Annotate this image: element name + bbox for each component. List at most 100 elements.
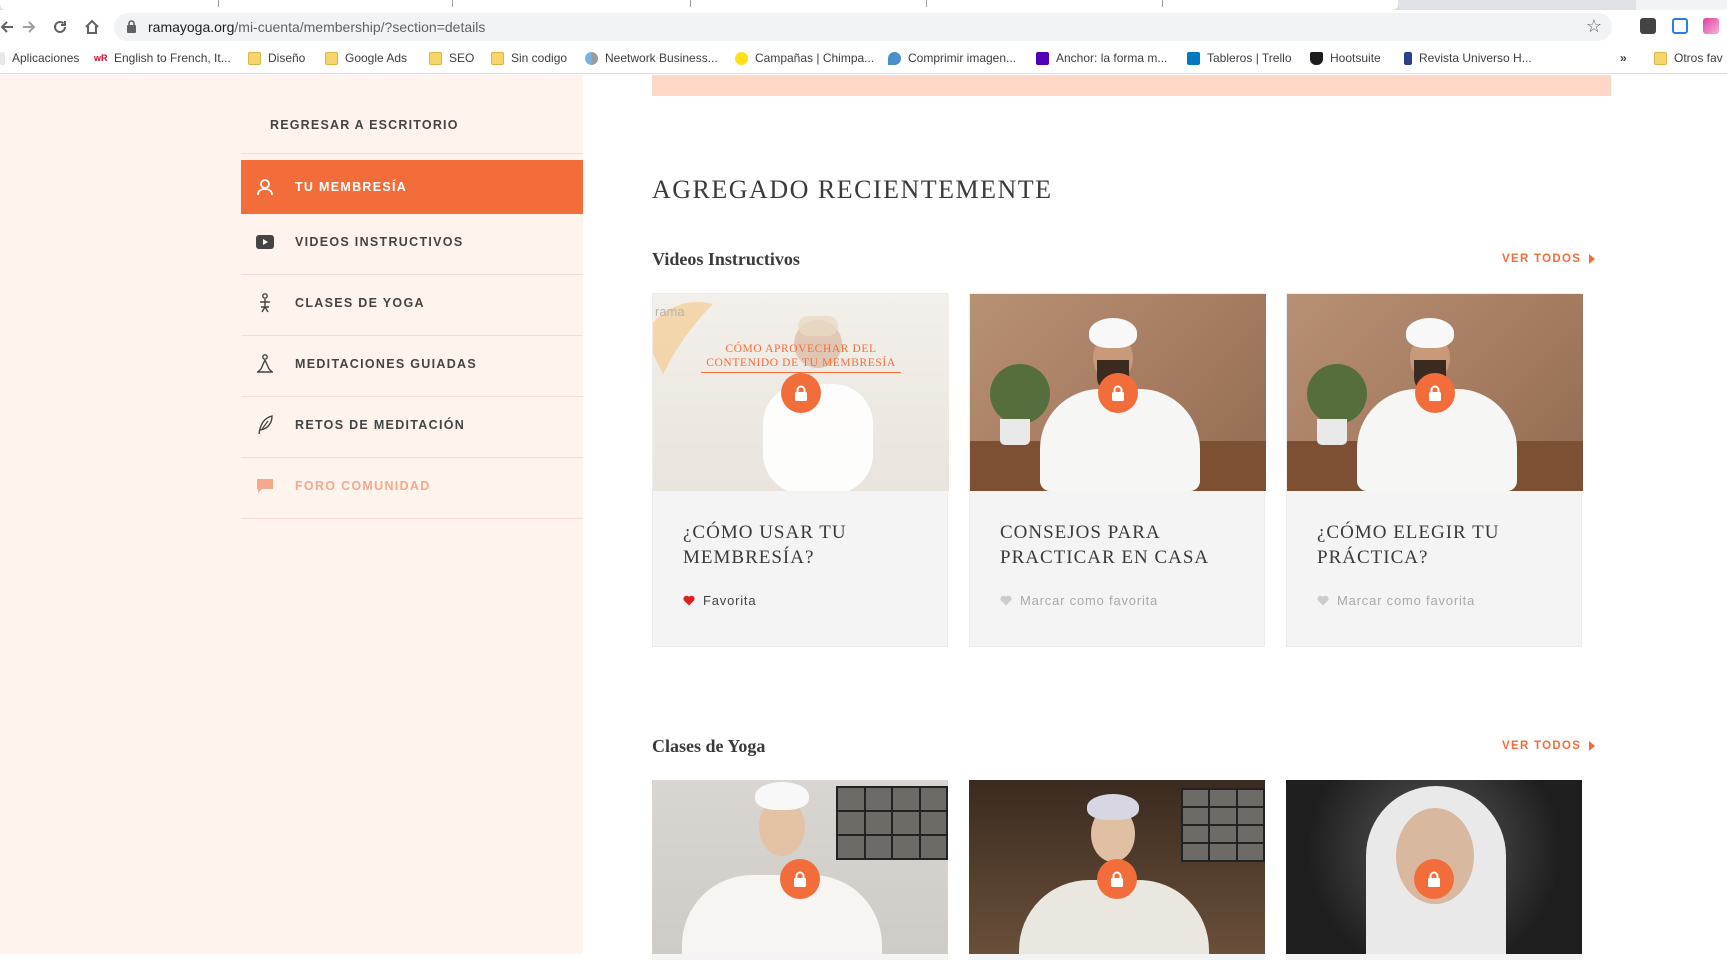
tab-separator [926,0,927,7]
extension-icon[interactable] [1672,18,1688,34]
sidebar-item-label: TU MEMBRESÍA [295,180,408,194]
class-thumbnail[interactable] [969,780,1265,954]
locked-badge[interactable] [1098,373,1138,413]
bookmark-label: Revista Universo H... [1419,51,1532,65]
video-title[interactable]: ¿CÓMO USAR TU MEMBRESÍA? [683,520,923,570]
sidebar-divider [241,518,583,519]
favorite-toggle[interactable]: Marcar como favorita [1317,593,1475,608]
bookmark-item[interactable]: Sin codigo [491,51,567,65]
bookmarks-bar: Aplicaciones wR English to French, It... … [0,44,1727,74]
favorite-toggle[interactable]: Marcar como favorita [1000,593,1158,608]
bookmark-item[interactable]: Tableros | Trello [1187,51,1292,65]
browser-toolbar: ramayoga.org/mi-cuenta/membership/?secti… [0,10,1727,44]
compress-icon [888,51,901,65]
other-bookmarks-folder[interactable]: Otros fav [1654,51,1723,65]
active-tab[interactable] [0,0,1398,10]
bookmark-item[interactable]: Aplicaciones [0,51,79,65]
extension-icon[interactable] [1703,18,1719,34]
bookmark-item[interactable]: Anchor: la forma m... [1036,51,1167,65]
person-headscarf [1087,794,1139,820]
video-play-icon [255,235,275,249]
home-button[interactable] [79,14,105,40]
heart-outline-icon [1317,595,1329,606]
bookmark-item[interactable]: Revista Universo H... [1404,51,1532,65]
sidebar-item-membership[interactable]: TU MEMBRESÍA [241,160,583,214]
video-thumbnail[interactable] [970,294,1266,491]
bookmark-item[interactable]: SEO [429,51,474,65]
video-call-grid [1181,788,1265,862]
see-all-instructional-videos-link[interactable]: VER TODOS [1502,253,1596,265]
arrow-left-icon [0,21,13,33]
video-card[interactable]: CONSEJOS PARA PRACTICAR EN CASA Marcar c… [969,293,1266,647]
video-card[interactable]: rama CÓMO APROVECHAR DEL CONTENIDO DE TU… [652,293,949,647]
heart-outline-icon [1000,595,1012,606]
person-turban [1089,318,1137,348]
group-title-yoga-classes: Clases de Yoga [652,736,766,756]
tab-separator [218,0,219,7]
bookmark-item[interactable]: Diseño [248,51,305,65]
sidebar-item-instructional-videos[interactable]: VIDEOS INSTRUCTIVOS [241,215,583,269]
bookmark-item[interactable]: Comprimir imagen... [888,51,1016,65]
class-thumbnail[interactable] [652,780,948,954]
video-card[interactable]: ¿CÓMO ELEGIR TU PRÁCTICA? Marcar como fa… [1286,293,1583,647]
sidebar-divider [241,153,583,154]
bookmark-star-icon[interactable]: ☆ [1586,16,1602,37]
pot-shape [1000,419,1030,445]
caret-right-icon [1589,741,1596,751]
thumbnail-logo: rama [655,304,685,319]
locked-badge[interactable] [1414,859,1454,899]
bookmark-label: English to French, It... [114,51,231,65]
plant-shape [1307,364,1367,424]
video-title[interactable]: CONSEJOS PARA PRACTICAR EN CASA [1000,520,1240,570]
sidebar-item-yoga-classes[interactable]: CLASES DE YOGA [241,276,583,330]
extension-icon[interactable] [1640,18,1656,34]
meditation-icon [255,354,275,374]
padlock-icon [127,20,136,33]
hootsuite-icon [1310,51,1323,65]
sidebar-item-label: VIDEOS INSTRUCTIVOS [295,235,464,249]
video-thumbnail[interactable] [1287,294,1583,491]
see-all-yoga-classes-link[interactable]: VER TODOS [1502,740,1596,752]
sidebar-item-community-forum[interactable]: FORO COMUNIDAD [241,459,583,513]
bookmark-item[interactable]: Campañas | Chimpa... [735,51,874,65]
class-thumbnail[interactable] [1286,780,1582,954]
bookmark-label: Campañas | Chimpa... [755,51,875,65]
sidebar-item-label: CLASES DE YOGA [295,296,425,310]
reload-icon [54,20,66,33]
reload-button[interactable] [47,14,73,40]
thumbnail-caption: CÓMO APROVECHAR DEL CONTENIDO DE TU MEMB… [706,343,896,369]
person-turban [1406,318,1454,348]
locked-badge[interactable] [781,373,821,413]
more-bookmarks-button[interactable]: » [1620,51,1627,65]
plant-shape [990,364,1050,424]
class-card[interactable] [969,780,1265,960]
browser-tab[interactable] [1636,0,1727,10]
folder-icon [248,51,261,65]
trello-icon [1187,51,1200,65]
locked-badge[interactable] [1415,373,1455,413]
locked-badge[interactable] [1097,859,1137,899]
bookmark-item[interactable]: wR English to French, It... [94,51,231,65]
neetwork-icon [585,51,598,65]
favorite-toggle[interactable]: Favorita [683,593,756,608]
sidebar-item-meditation-challenges[interactable]: RETOS DE MEDITACIÓN [241,398,583,452]
bookmark-item[interactable]: Hootsuite [1310,51,1381,65]
class-card[interactable] [652,780,948,960]
locked-badge[interactable] [780,859,820,899]
bookmark-item[interactable]: Google Ads [325,51,407,65]
sidebar-item-guided-meditations[interactable]: MEDITACIONES GUIADAS [241,337,583,391]
address-bar[interactable]: ramayoga.org/mi-cuenta/membership/?secti… [114,13,1612,41]
bookmark-label: Tableros | Trello [1207,51,1292,65]
tab-separator [452,0,453,7]
back-to-dashboard-link[interactable]: REGRESAR A ESCRITORIO [270,118,459,132]
bookmark-item[interactable]: Neetwork Business... [585,51,718,65]
video-title[interactable]: ¿CÓMO ELEGIR TU PRÁCTICA? [1317,520,1557,570]
forward-button[interactable] [16,14,42,40]
video-thumbnail[interactable]: rama CÓMO APROVECHAR DEL CONTENIDO DE TU… [653,294,949,491]
bookmark-label: Sin codigo [511,51,568,65]
section-title: AGREGADO RECIENTEMENTE [652,175,1053,204]
tab-separator [1162,0,1163,7]
sidebar-item-label: RETOS DE MEDITACIÓN [295,418,466,432]
padlock-icon [1111,871,1123,887]
class-card[interactable] [1286,780,1582,960]
